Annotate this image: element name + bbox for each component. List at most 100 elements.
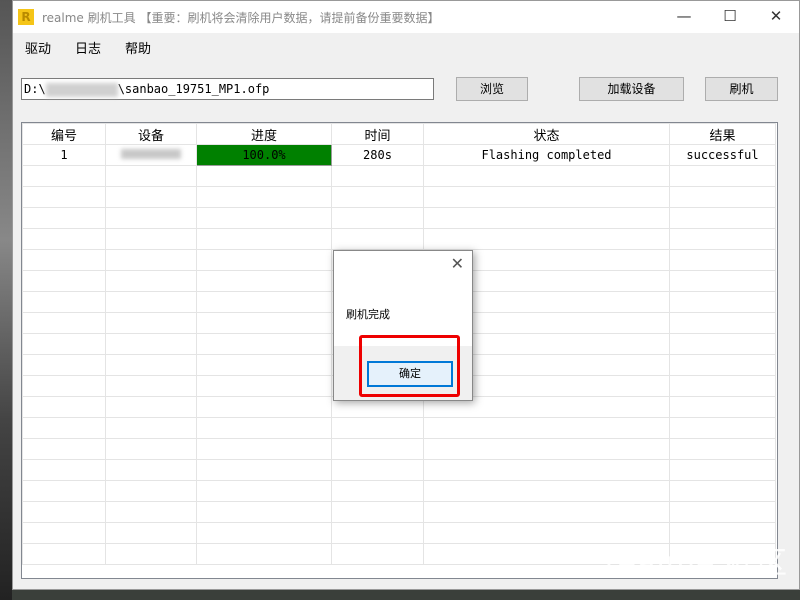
empty-cell <box>670 166 776 187</box>
empty-cell <box>106 460 197 481</box>
empty-cell <box>424 229 670 250</box>
redacted-path <box>46 83 118 97</box>
empty-cell <box>23 460 106 481</box>
empty-row <box>23 418 776 439</box>
empty-cell <box>23 313 106 334</box>
empty-cell <box>670 418 776 439</box>
empty-cell <box>23 439 106 460</box>
empty-cell <box>106 313 197 334</box>
empty-cell <box>197 229 332 250</box>
empty-cell <box>670 229 776 250</box>
menu-driver[interactable]: 驱动 <box>25 38 51 57</box>
empty-cell <box>23 502 106 523</box>
empty-cell <box>332 523 424 544</box>
red-highlight-box <box>359 335 460 397</box>
empty-cell <box>106 397 197 418</box>
empty-cell <box>106 166 197 187</box>
header-device: 设备 <box>106 124 197 145</box>
empty-cell <box>23 397 106 418</box>
empty-cell <box>197 334 332 355</box>
minimize-button[interactable]: — <box>661 1 707 33</box>
menu-bar: 驱动 日志 帮助 <box>13 33 799 61</box>
firmware-path-input[interactable]: D:\\sanbao_19751_MP1.ofp <box>21 78 434 100</box>
empty-cell <box>332 460 424 481</box>
empty-cell <box>670 376 776 397</box>
empty-cell <box>424 166 670 187</box>
watermark: realme 社区 <box>605 538 788 582</box>
progress-bar: 100.0% <box>197 145 332 166</box>
empty-row <box>23 502 776 523</box>
window-title: realme 刷机工具 【重要：刷机将会清除用户数据，请提前备份重要数据】 <box>42 9 439 26</box>
empty-cell <box>670 250 776 271</box>
empty-cell <box>106 418 197 439</box>
empty-cell <box>23 250 106 271</box>
empty-cell <box>332 481 424 502</box>
empty-cell <box>23 481 106 502</box>
empty-cell <box>106 271 197 292</box>
maximize-button[interactable]: ☐ <box>707 1 753 33</box>
cell-device <box>106 145 197 166</box>
empty-cell <box>197 502 332 523</box>
table-row[interactable]: 1 100.0% 280s Flashing completed success… <box>23 145 776 166</box>
empty-cell <box>424 481 670 502</box>
empty-cell <box>106 502 197 523</box>
empty-cell <box>106 250 197 271</box>
empty-cell <box>197 544 332 565</box>
empty-cell <box>23 355 106 376</box>
empty-cell <box>23 544 106 565</box>
empty-cell <box>197 481 332 502</box>
empty-cell <box>424 502 670 523</box>
header-id: 编号 <box>23 124 106 145</box>
empty-cell <box>106 376 197 397</box>
empty-cell <box>424 439 670 460</box>
empty-row <box>23 208 776 229</box>
empty-cell <box>23 187 106 208</box>
empty-cell <box>106 208 197 229</box>
empty-cell <box>424 418 670 439</box>
table-header: 编号 设备 进度 时间 状态 结果 <box>23 124 776 145</box>
empty-cell <box>23 271 106 292</box>
empty-cell <box>106 334 197 355</box>
empty-cell <box>197 439 332 460</box>
empty-cell <box>197 250 332 271</box>
empty-cell <box>106 523 197 544</box>
empty-cell <box>106 229 197 250</box>
empty-cell <box>670 439 776 460</box>
empty-cell <box>197 523 332 544</box>
empty-cell <box>106 481 197 502</box>
header-time: 时间 <box>332 124 424 145</box>
header-result: 结果 <box>670 124 776 145</box>
empty-cell <box>670 355 776 376</box>
desktop-background <box>0 0 12 600</box>
empty-row <box>23 166 776 187</box>
load-device-button[interactable]: 加载设备 <box>579 77 684 101</box>
empty-cell <box>197 418 332 439</box>
empty-cell <box>23 292 106 313</box>
empty-cell <box>332 502 424 523</box>
realme-logo-icon: R <box>18 9 34 25</box>
empty-cell <box>670 334 776 355</box>
empty-cell <box>332 187 424 208</box>
close-button[interactable]: ✕ <box>753 1 799 33</box>
empty-cell <box>23 208 106 229</box>
empty-cell <box>332 229 424 250</box>
empty-cell <box>332 166 424 187</box>
empty-cell <box>332 439 424 460</box>
empty-cell <box>106 292 197 313</box>
empty-row <box>23 187 776 208</box>
empty-cell <box>23 229 106 250</box>
menu-help[interactable]: 帮助 <box>125 38 151 57</box>
empty-cell <box>197 187 332 208</box>
empty-cell <box>197 208 332 229</box>
empty-cell <box>670 460 776 481</box>
empty-cell <box>332 544 424 565</box>
empty-row <box>23 439 776 460</box>
empty-cell <box>197 376 332 397</box>
flash-button[interactable]: 刷机 <box>705 77 778 101</box>
dialog-close-icon[interactable]: ✕ <box>451 254 464 273</box>
cell-result: successful <box>670 145 776 166</box>
menu-log[interactable]: 日志 <box>75 38 101 57</box>
browse-button[interactable]: 浏览 <box>456 77 528 101</box>
empty-cell <box>332 208 424 229</box>
empty-cell <box>106 439 197 460</box>
